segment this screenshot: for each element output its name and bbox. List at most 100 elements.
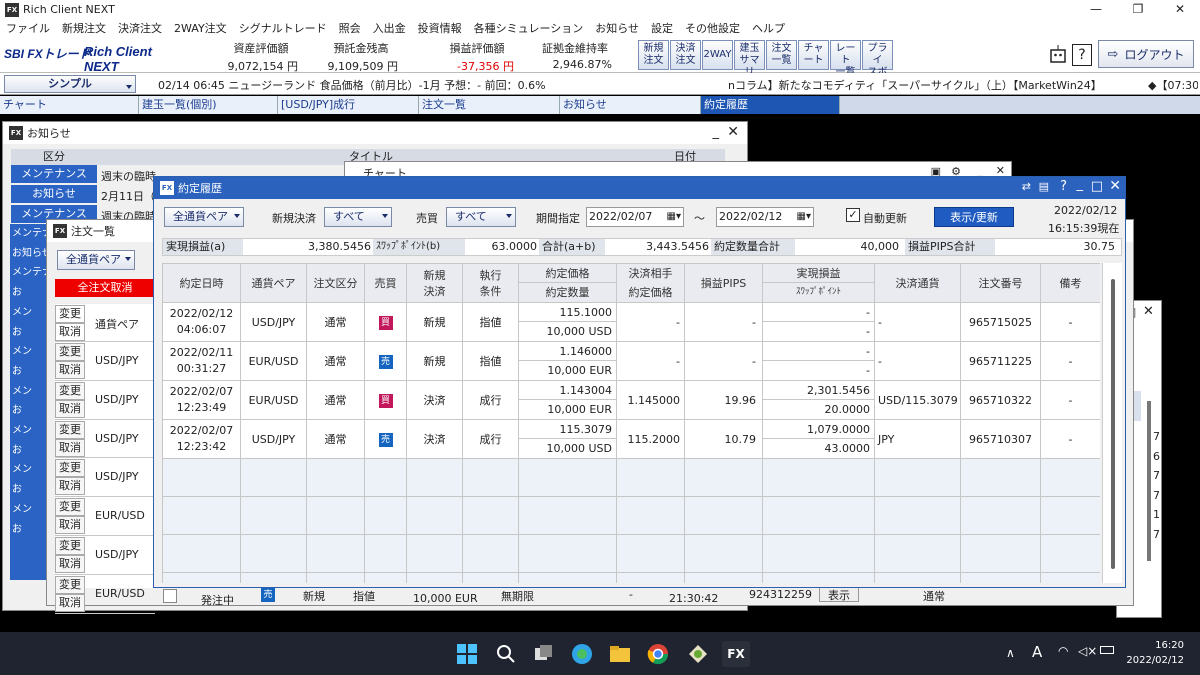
edge-browser-icon[interactable]: [570, 642, 594, 666]
menu-settle-order[interactable]: 決済注文: [118, 20, 162, 36]
notice-side-label[interactable]: メン: [12, 460, 50, 480]
price-board-button[interactable]: プライ スボ: [862, 40, 893, 78]
app-icon[interactable]: [686, 642, 710, 666]
order-list-button[interactable]: 注文 一覧: [766, 40, 797, 70]
order-checkbox[interactable]: [163, 589, 177, 603]
order-pair-select[interactable]: 全通貨ペア: [57, 250, 135, 270]
ime-indicator[interactable]: A: [1032, 643, 1042, 661]
battery-icon[interactable]: [1100, 646, 1114, 654]
menu-other-settings[interactable]: その他設定: [685, 20, 740, 36]
help-icon[interactable]: ?: [1060, 179, 1067, 194]
notice-side-label[interactable]: お: [12, 401, 50, 421]
menu-inquiry[interactable]: 照会: [339, 20, 361, 36]
date-to-input[interactable]: 2022/02/12 ▦▾: [716, 207, 814, 227]
maximize-icon[interactable]: □: [1091, 179, 1103, 194]
notice-row-title[interactable]: 週末の臨時: [101, 168, 156, 184]
col-order-no[interactable]: 注文番号: [960, 263, 1041, 303]
link-icon[interactable]: ⇄: [1022, 180, 1031, 193]
side-select[interactable]: すべて: [446, 207, 516, 227]
refresh-button[interactable]: 表示/更新: [934, 207, 1014, 227]
order-cancel-button[interactable]: 取消: [55, 593, 85, 612]
clock-time[interactable]: 16:20: [1140, 640, 1184, 651]
chrome-icon[interactable]: [646, 642, 670, 666]
col-new-settle[interactable]: 新規 決済: [406, 263, 463, 303]
menu-signal[interactable]: シグナルトレード: [239, 20, 327, 36]
close-icon[interactable]: ✕: [1160, 0, 1200, 19]
speaker-icon[interactable]: ◁×: [1078, 644, 1097, 658]
col-date[interactable]: 約定日時: [162, 263, 241, 303]
minimize-icon[interactable]: —: [1076, 0, 1116, 19]
tab-usdjpy-market[interactable]: [USD/JPY]成行: [278, 96, 419, 114]
order-change-button[interactable]: 変更: [55, 459, 85, 478]
logout-button[interactable]: ⇨ ログアウト: [1098, 40, 1194, 68]
clock-date[interactable]: 2022/02/12: [1120, 655, 1184, 666]
csv-icon[interactable]: ▤: [1039, 180, 1049, 193]
order-change-button[interactable]: 変更: [55, 381, 85, 400]
minimize-icon[interactable]: _: [1077, 177, 1084, 192]
history-scrollbar[interactable]: [1102, 263, 1122, 583]
menu-notice[interactable]: お知らせ: [595, 20, 639, 36]
order-cancel-button[interactable]: 取消: [55, 554, 85, 573]
robot-icon[interactable]: [1046, 43, 1070, 67]
order-change-button[interactable]: 変更: [55, 420, 85, 439]
history-row[interactable]: 2022/02/11 00:31:27 EUR/USD 通常売新規 指値 1.146000…: [162, 341, 1100, 381]
notice-side-label[interactable]: お: [12, 441, 50, 461]
minimize-icon[interactable]: _: [713, 125, 720, 140]
history-row[interactable]: 2022/02/07 12:23:49 EUR/USD 通常買決済 成行 1.143004…: [162, 380, 1100, 420]
chevron-up-icon[interactable]: ∧: [1006, 646, 1015, 660]
order-change-button[interactable]: 変更: [55, 575, 85, 594]
notice-side-label[interactable]: メン: [12, 382, 50, 402]
order-cancel-button[interactable]: 取消: [55, 516, 85, 535]
close-icon[interactable]: ✕: [1109, 178, 1121, 194]
fx-app-taskbar-icon[interactable]: FX: [722, 641, 750, 667]
notice-row-category[interactable]: メンテナンス: [11, 165, 97, 183]
chart-button[interactable]: チャ ート: [798, 40, 829, 70]
tab-chart[interactable]: チャート: [0, 96, 139, 114]
view-select[interactable]: シンプル: [4, 75, 136, 93]
col-kind[interactable]: 注文区分: [306, 263, 365, 303]
date-from-input[interactable]: 2022/02/07 ▦▾: [586, 207, 684, 227]
task-view-icon[interactable]: [532, 642, 556, 666]
file-explorer-icon[interactable]: [608, 642, 632, 666]
position-summary-button[interactable]: 建玉 サマリ: [734, 40, 765, 78]
col-price-qty[interactable]: 約定価格 約定数量: [518, 263, 617, 303]
auto-update-checkbox[interactable]: ✓: [846, 208, 860, 222]
windows-start-icon[interactable]: [455, 642, 479, 666]
menu-info[interactable]: 投資情報: [418, 20, 462, 36]
maximize-icon[interactable]: ❐: [1118, 0, 1158, 19]
search-icon[interactable]: [494, 642, 518, 666]
notice-side-label[interactable]: お: [12, 520, 50, 540]
tab-trade-history[interactable]: 約定履歴: [701, 96, 840, 114]
order-change-button[interactable]: 変更: [55, 536, 85, 555]
col-cond[interactable]: 執行 条件: [462, 263, 519, 303]
notice-side-label[interactable]: お知らせ: [12, 244, 50, 264]
order-cancel-button[interactable]: 取消: [55, 399, 85, 418]
settle-order-button[interactable]: 決済 注文: [670, 40, 701, 70]
menu-new-order[interactable]: 新規注文: [62, 20, 106, 36]
history-row[interactable]: 2022/02/07 12:23:42 USD/JPY 通常売決済 成行 115.3079…: [162, 419, 1100, 459]
col-counter[interactable]: 決済相手 約定価格: [616, 263, 685, 303]
tab-order-list[interactable]: 注文一覧: [419, 96, 560, 114]
notice-row-title[interactable]: 2月11日（: [101, 188, 155, 204]
col-pnl-swap[interactable]: 実現損益 ｽﾜｯﾌﾟﾎﾟｲﾝﾄ: [762, 263, 875, 303]
history-row[interactable]: 2022/02/12 04:06:07 USD/JPY 通常買新規 指値 115.1000…: [162, 302, 1100, 342]
notice-side-label[interactable]: メン: [12, 342, 50, 362]
menu-simulation[interactable]: 各種シミュレーション: [474, 20, 584, 36]
cancel-all-orders-button[interactable]: 全注文取消: [55, 279, 155, 297]
history-pair-select[interactable]: 全通貨ペア: [164, 207, 244, 227]
menu-settings[interactable]: 設定: [651, 20, 673, 36]
settle-select[interactable]: すべて: [324, 207, 392, 227]
menu-deposit[interactable]: 入出金: [373, 20, 406, 36]
help-icon[interactable]: ?: [1072, 44, 1092, 66]
menu-2way[interactable]: 2WAY注文: [174, 20, 227, 36]
tab-positions[interactable]: 建玉一覧(個別): [139, 96, 278, 114]
col-note[interactable]: 備考: [1040, 263, 1100, 303]
notice-side-label[interactable]: お: [12, 323, 50, 343]
col-side[interactable]: 売買: [364, 263, 407, 303]
close-icon[interactable]: ✕: [727, 124, 739, 140]
notice-side-label[interactable]: メン: [12, 421, 50, 441]
notice-side-label[interactable]: お: [12, 283, 50, 303]
menu-help[interactable]: ヘルプ: [752, 20, 785, 36]
order-change-button[interactable]: 変更: [55, 343, 85, 361]
notice-side-label[interactable]: メンテナンス: [12, 263, 50, 283]
